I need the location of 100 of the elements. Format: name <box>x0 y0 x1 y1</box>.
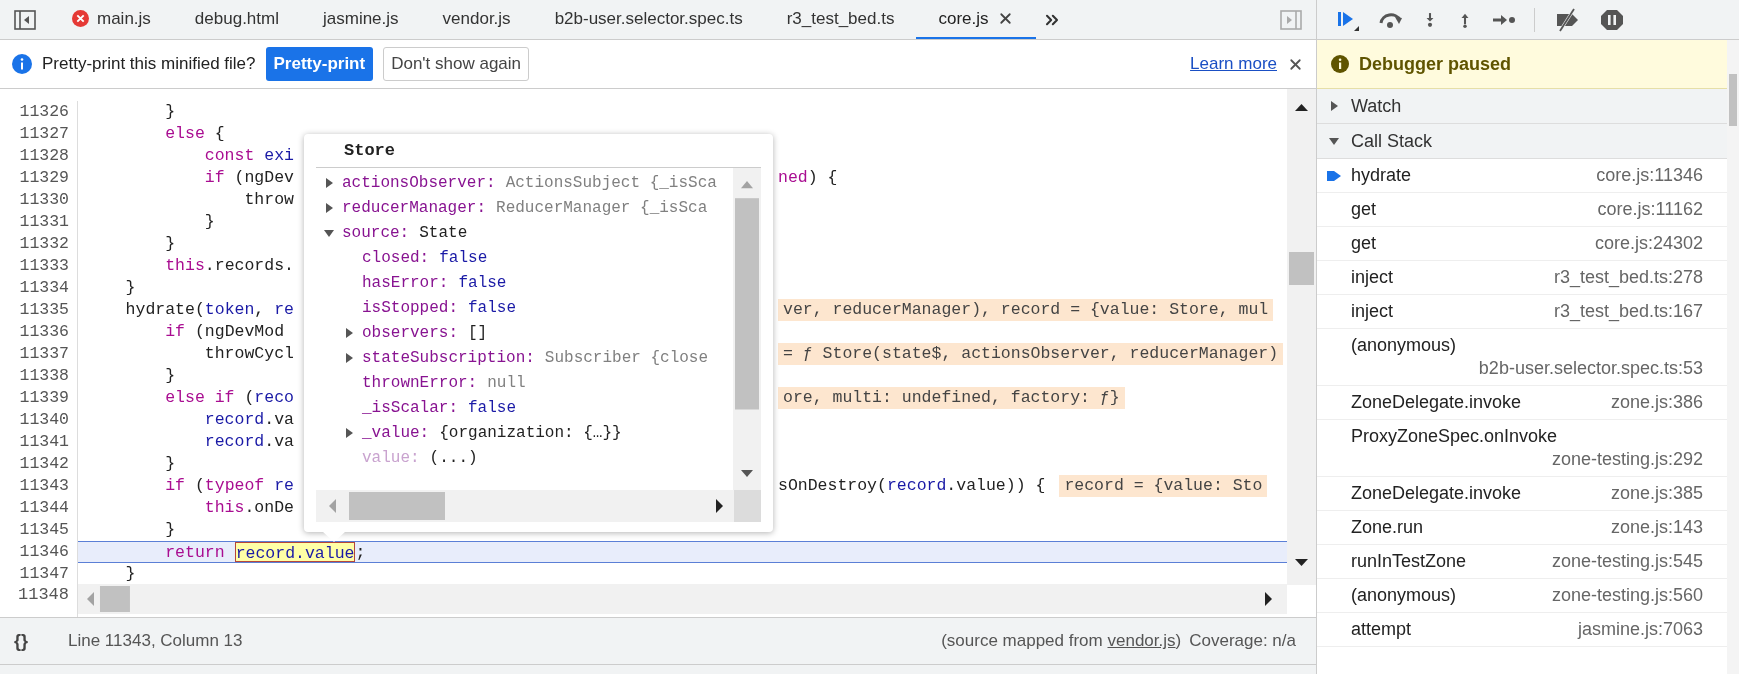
source-mapped-note: (source mapped from vendor.js) <box>941 630 1182 653</box>
call-frame[interactable]: attempt jasmine.js:7063 <box>1317 613 1727 647</box>
call-frame[interactable]: hydrate core.js:11346 <box>1317 159 1727 193</box>
sidebar-toggle-icon[interactable] <box>14 9 36 30</box>
frame-name: runInTestZone <box>1351 550 1467 573</box>
frame-location[interactable]: jasmine.js:7063 <box>1577 618 1703 641</box>
code-text: } <box>124 563 136 584</box>
code-text: } <box>203 211 215 233</box>
inline-value: = ƒ Store(state$, actionsObserver, reducerManager) <box>778 343 1284 365</box>
inline-value: ore, multi: undefined, factory: ƒ} <box>778 387 1125 409</box>
call-frame[interactable]: runInTestZone zone-testing.js:545 <box>1317 545 1727 579</box>
vendor-link[interactable]: vendor.js <box>1107 631 1176 651</box>
code-text: } <box>164 519 176 541</box>
code-text: this.records. <box>164 255 294 277</box>
frame-name: ZoneDelegate.invoke <box>1351 391 1522 414</box>
property-entry[interactable]: _isScalar: false <box>362 396 517 419</box>
frame-location[interactable]: zone-testing.js:560 <box>1551 584 1703 607</box>
frame-location[interactable]: b2b-user.selector.spec.ts:53 <box>1478 357 1703 380</box>
property-entry[interactable]: source: State <box>342 221 468 244</box>
info-message: Pretty-print this minified file? <box>42 53 256 76</box>
sidebar-toggle-icon[interactable] <box>1280 9 1302 30</box>
call-frame[interactable]: ZoneDelegate.invoke zone.js:386 <box>1317 386 1727 420</box>
format-button[interactable]: {} <box>14 627 48 655</box>
section-header[interactable]: Call Stack <box>1317 124 1727 159</box>
expand-triangle-icon[interactable] <box>324 202 334 213</box>
call-frame[interactable]: get core.js:24302 <box>1317 227 1727 261</box>
code-text: return <box>164 542 225 562</box>
code-text: else { <box>164 123 225 145</box>
code-text: } <box>164 453 176 475</box>
frame-name: get <box>1351 198 1377 221</box>
pause-on-exceptions-icon[interactable] <box>1599 7 1625 32</box>
property-entry[interactable]: isStopped: false <box>362 296 517 319</box>
code-text: ; <box>355 542 366 562</box>
property-entry[interactable]: closed: false <box>362 246 488 269</box>
frame-location[interactable]: zone-testing.js:545 <box>1551 550 1703 573</box>
learn-more-link[interactable]: Learn more <box>1190 51 1277 77</box>
horizontal-scrollbar[interactable] <box>316 490 761 522</box>
code-text: } <box>164 365 176 387</box>
file-tab[interactable]: debug.html <box>172 0 301 39</box>
expand-triangle-icon[interactable] <box>1329 101 1339 111</box>
frame-location[interactable]: zone.js:143 <box>1610 516 1703 539</box>
info-icon <box>12 54 32 74</box>
code-text: if (ngDevMod <box>164 321 285 343</box>
file-tab[interactable]: main.js <box>50 0 173 39</box>
horizontal-scrollbar[interactable] <box>78 584 1287 614</box>
frame-name: (anonymous) <box>1351 584 1457 607</box>
code-text: } <box>124 277 136 299</box>
call-frame[interactable]: ZoneDelegate.invoke zone.js:385 <box>1317 477 1727 511</box>
property-entry[interactable]: value: (...) <box>362 446 478 469</box>
property-entry[interactable]: actionsObserver: ActionsSubject {_isSca <box>342 171 717 194</box>
frame-name: ProxyZoneSpec.onInvoke <box>1351 425 1558 448</box>
frame-name: ZoneDelegate.invoke <box>1351 482 1522 505</box>
vertical-scrollbar[interactable] <box>1287 89 1316 585</box>
frame-location[interactable]: r3_test_bed.ts:278 <box>1553 266 1703 289</box>
expand-triangle-icon[interactable] <box>344 352 354 363</box>
evaluated-expression: record.value <box>234 542 356 562</box>
inline-value: ver, reducerManager), record = {value: Store, mul <box>778 299 1274 321</box>
frame-name: inject <box>1351 266 1394 289</box>
expand-triangle-icon[interactable] <box>324 177 334 188</box>
code-text: record.va <box>203 431 294 453</box>
property-entry[interactable]: thrownError: null <box>362 371 526 394</box>
pretty-print-button[interactable]: Pretty-print <box>265 47 374 81</box>
cursor-position: Line 11343, Column 13 <box>68 630 243 653</box>
expand-triangle-icon[interactable] <box>344 327 354 338</box>
file-tab[interactable]: r3_test_bed.ts <box>764 0 917 39</box>
code-text: this.onDe <box>203 497 294 519</box>
call-frame[interactable]: inject r3_test_bed.ts:278 <box>1317 261 1727 295</box>
frame-name: hydrate <box>1351 164 1412 187</box>
property-entry[interactable]: stateSubscription: Subscriber {close <box>362 346 709 369</box>
frame-location[interactable]: core.js:11346 <box>1596 164 1703 187</box>
frame-location[interactable]: zone.js:385 <box>1610 482 1703 505</box>
expand-triangle-icon[interactable] <box>344 427 354 438</box>
info-icon <box>1331 55 1349 73</box>
section-header[interactable]: Watch <box>1317 89 1727 124</box>
code-text: } <box>164 101 176 123</box>
collapse-triangle-icon[interactable] <box>324 227 334 238</box>
frame-name: (anonymous) <box>1351 334 1457 357</box>
dont-show-again-button[interactable]: Don't show again <box>383 47 530 81</box>
collapse-triangle-icon[interactable] <box>1329 136 1339 146</box>
frame-location[interactable]: zone-testing.js:292 <box>1551 448 1703 471</box>
call-frame[interactable]: inject r3_test_bed.ts:167 <box>1317 295 1727 329</box>
code-text: else if (reco <box>164 387 294 409</box>
call-frame[interactable]: Zone.run zone.js:143 <box>1317 511 1727 545</box>
file-tab[interactable]: jasmine.js <box>301 0 421 39</box>
banner-text: Debugger paused <box>1359 52 1512 76</box>
property-entry[interactable]: reducerManager: ReducerManager {_isSca <box>342 196 708 219</box>
frame-location[interactable]: core.js:11162 <box>1597 198 1703 221</box>
property-entry[interactable]: hasError: false <box>362 271 507 294</box>
vertical-scrollbar[interactable] <box>1727 40 1739 674</box>
property-entry[interactable]: observers: [] <box>362 321 488 344</box>
file-tab[interactable]: vendor.js <box>420 0 533 39</box>
property-entry[interactable]: _value: {organization: {…}} <box>362 421 622 444</box>
frame-location[interactable]: core.js:24302 <box>1594 232 1703 255</box>
frame-location[interactable]: zone.js:386 <box>1610 391 1703 414</box>
call-frame[interactable]: (anonymous) zone-testing.js:560 <box>1317 579 1727 613</box>
call-frame[interactable]: get core.js:11162 <box>1317 193 1727 227</box>
code-text: const exi <box>203 145 294 167</box>
vertical-scrollbar[interactable] <box>733 168 761 490</box>
file-tab[interactable]: b2b-user.selector.spec.ts <box>532 0 765 39</box>
frame-location[interactable]: r3_test_bed.ts:167 <box>1553 300 1703 323</box>
